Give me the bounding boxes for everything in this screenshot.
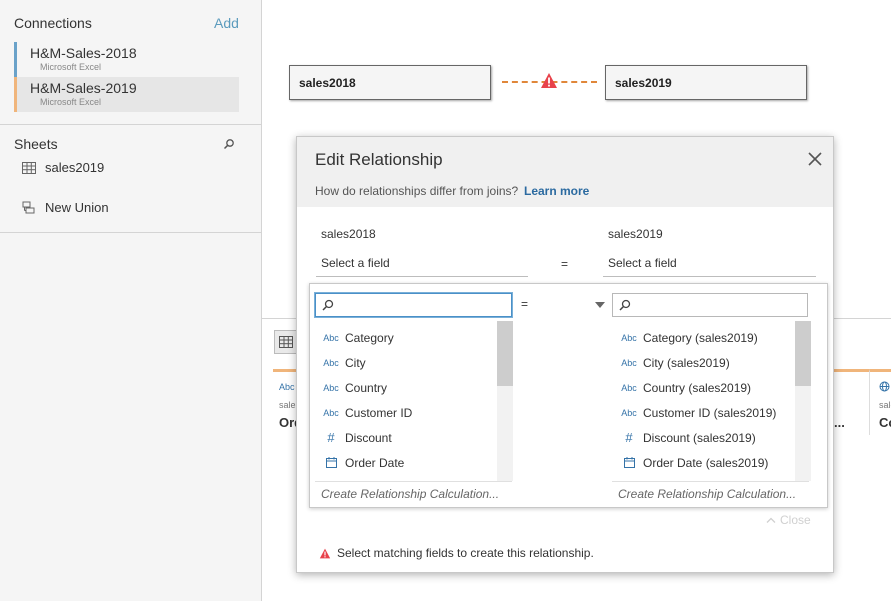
sheets-title: Sheets [14,136,58,152]
edit-relationship-dialog: Edit Relationship How do relationships d… [296,136,834,573]
string-type-icon: Abc [323,332,339,343]
date-type-icon [315,457,345,468]
right-scrollbar[interactable] [795,321,811,481]
column-name: ... [834,415,845,430]
divider [315,481,512,482]
table-icon [22,161,36,174]
right-search-input[interactable] [612,293,808,317]
field-item-discount-sales2019[interactable]: # Discount (sales2019) [613,425,755,450]
left-source-name: sales2018 [321,227,376,241]
connection-item-2019[interactable]: H&M-Sales-2019 Microsoft Excel [14,77,239,112]
right-field-list: Abc Category (sales2019) Abc City (sales… [613,321,813,481]
connection-name: H&M-Sales-2019 [30,80,137,96]
column-source: sale [879,400,891,410]
string-type-icon: Abc [323,382,339,393]
scrollbar-thumb[interactable] [795,321,811,386]
field-item-category-sales2019[interactable]: Abc Category (sales2019) [613,325,758,350]
string-type-icon: Abc [323,407,339,418]
connection-type: Microsoft Excel [40,97,102,107]
field-item-city-sales2019[interactable]: Abc City (sales2019) [613,350,729,375]
left-pane: Connections Add H&M-Sales-2018 Microsoft… [0,0,262,601]
left-scrollbar[interactable] [497,321,513,481]
divider [0,124,262,125]
learn-more-link[interactable]: Learn more [524,184,589,198]
connection-item-2018[interactable]: H&M-Sales-2018 Microsoft Excel [14,42,239,77]
grid-column-header[interactable]: sale Co [870,369,891,435]
grid-icon [279,336,293,348]
left-field-list: Abc Category Abc City Abc Country Abc Cu… [315,321,515,481]
string-type-icon: Abc [621,382,637,393]
picker-operator: = [521,297,529,311]
connection-name: H&M-Sales-2018 [30,45,137,61]
sheets-search-icon[interactable] [223,138,235,150]
field-item-discount[interactable]: # Discount [315,425,391,450]
connection-type: Microsoft Excel [40,62,102,72]
field-item-customer-id[interactable]: Abc Customer ID [315,400,412,425]
divider [612,481,809,482]
operator-label: = [561,257,569,271]
field-item-order-date[interactable]: Order Date [315,450,404,475]
relationships-question: How do relationships differ from joins? [315,184,519,198]
scrollbar-thumb[interactable] [497,321,513,386]
search-icon [619,299,631,311]
field-item-country-sales2019[interactable]: Abc Country (sales2019) [613,375,751,400]
field-item-category[interactable]: Abc Category [315,325,393,350]
right-source-name: sales2019 [608,227,663,241]
relationship-warning: Select matching fields to create this re… [319,546,594,560]
number-type-icon: # [625,430,633,445]
dialog-header: Edit Relationship How do relationships d… [297,137,833,207]
field-item-order-date-sales2019[interactable]: Order Date (sales2019) [613,450,768,475]
field-picker-dropdown: = Abc Category Abc City Abc Country Abc … [309,283,828,527]
union-icon [22,201,35,213]
field-item-customer-id-sales2019[interactable]: Abc Customer ID (sales2019) [613,400,776,425]
string-type-icon: Abc [621,332,637,343]
column-type: Abc [279,382,295,392]
sheet-item-new-union[interactable]: New Union [22,200,109,215]
column-name: Co [879,415,891,430]
canvas-table-sales2018[interactable]: sales2018 [289,65,491,100]
chevron-up-icon [766,517,776,523]
add-connection-link[interactable]: Add [214,15,239,31]
sheet-label: New Union [45,200,109,215]
operator-dropdown-arrow[interactable] [595,302,605,308]
right-field-select[interactable]: Select a field [603,249,816,277]
canvas-table-sales2019[interactable]: sales2019 [605,65,807,100]
string-type-icon: Abc [621,357,637,368]
column-source: sale [279,400,296,410]
warning-icon[interactable] [540,72,558,89]
tableau-data-source-page: Connections Add H&M-Sales-2018 Microsoft… [0,0,891,601]
sheet-label: sales2019 [45,160,105,175]
warning-text: Select matching fields to create this re… [337,546,594,560]
grid-view-button[interactable] [274,330,298,354]
number-type-icon: # [327,430,335,445]
left-search-input[interactable] [315,293,512,317]
warning-icon [319,548,331,558]
right-create-calc-link[interactable]: Create Relationship Calculation... [618,487,796,501]
left-field-select[interactable]: Select a field [316,249,528,277]
sheet-item-sales2019[interactable]: sales2019 [22,160,104,175]
string-type-icon: Abc [621,407,637,418]
left-create-calc-link[interactable]: Create Relationship Calculation... [321,487,499,501]
search-icon [322,299,334,311]
divider [0,232,262,233]
field-item-city[interactable]: Abc City [315,350,365,375]
grid-column-header[interactable]: ... [834,369,870,435]
globe-icon [879,381,890,392]
date-type-icon [613,457,643,468]
dialog-title: Edit Relationship [315,150,443,169]
string-type-icon: Abc [323,357,339,368]
connections-title: Connections [14,15,92,31]
picker-close-button[interactable]: Close [766,513,811,527]
field-item-country[interactable]: Abc Country [315,375,387,400]
close-icon[interactable] [807,151,823,167]
